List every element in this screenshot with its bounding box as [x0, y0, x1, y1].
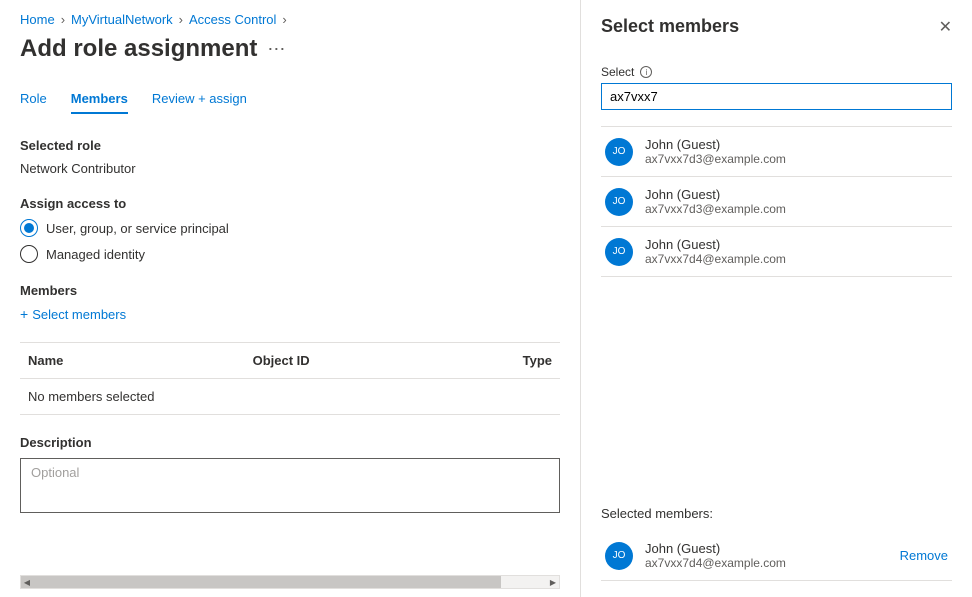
selected-role-label: Selected role	[20, 138, 560, 153]
tab-review-assign[interactable]: Review + assign	[152, 91, 247, 114]
avatar: JO	[605, 238, 633, 266]
result-item[interactable]: JO John (Guest) ax7vxx7d4@example.com	[601, 227, 952, 277]
radio-icon	[20, 219, 38, 237]
more-menu-icon[interactable]: ⋯	[267, 39, 286, 60]
results-list: JO John (Guest) ax7vxx7d3@example.com JO…	[601, 126, 952, 277]
breadcrumb-access-control[interactable]: Access Control	[189, 12, 276, 27]
description-label: Description	[20, 435, 560, 450]
avatar: JO	[605, 542, 633, 570]
radio-label: User, group, or service principal	[46, 221, 229, 236]
close-icon[interactable]: ✕	[939, 17, 952, 37]
result-name: John (Guest)	[645, 187, 948, 202]
result-email: ax7vxx7d4@example.com	[645, 252, 948, 266]
plus-icon: +	[20, 306, 28, 322]
selected-role-value: Network Contributor	[20, 161, 560, 176]
assign-access-label: Assign access to	[20, 196, 560, 211]
scroll-right-icon[interactable]: ▶	[546, 575, 560, 589]
result-item[interactable]: JO John (Guest) ax7vxx7d3@example.com	[601, 177, 952, 227]
search-input[interactable]	[601, 83, 952, 110]
select-members-link[interactable]: + Select members	[20, 306, 126, 322]
breadcrumb-vnet[interactable]: MyVirtualNetwork	[71, 12, 173, 27]
breadcrumb-home[interactable]: Home	[20, 12, 55, 27]
radio-user-group-sp[interactable]: User, group, or service principal	[20, 219, 560, 237]
col-name: Name	[28, 353, 253, 368]
radio-label: Managed identity	[46, 247, 145, 262]
tab-role[interactable]: Role	[20, 91, 47, 114]
avatar: JO	[605, 138, 633, 166]
col-object-id: Object ID	[253, 353, 478, 368]
result-name: John (Guest)	[645, 237, 948, 252]
result-email: ax7vxx7d4@example.com	[645, 556, 888, 570]
scroll-thumb[interactable]	[21, 576, 501, 588]
tab-members[interactable]: Members	[71, 91, 128, 114]
selected-members-label: Selected members:	[601, 506, 952, 521]
col-type: Type	[477, 353, 552, 368]
select-members-panel: Select members ✕ Select i JO John (Guest…	[580, 0, 972, 597]
members-label: Members	[20, 283, 560, 298]
table-row-empty: No members selected	[20, 379, 560, 415]
breadcrumb: Home › MyVirtualNetwork › Access Control…	[20, 12, 560, 27]
select-label: Select	[601, 65, 634, 79]
horizontal-scrollbar[interactable]: ◀ ▶	[20, 575, 560, 589]
selected-item: JO John (Guest) ax7vxx7d4@example.com Re…	[601, 531, 952, 581]
chevron-right-icon: ›	[61, 12, 65, 27]
avatar: JO	[605, 188, 633, 216]
members-table: Name Object ID Type No members selected	[20, 342, 560, 415]
panel-title: Select members	[601, 16, 739, 37]
chevron-right-icon: ›	[179, 12, 183, 27]
result-name: John (Guest)	[645, 137, 948, 152]
result-name: John (Guest)	[645, 541, 888, 556]
info-icon[interactable]: i	[640, 66, 652, 78]
page-title: Add role assignment	[20, 35, 257, 63]
tabs: Role Members Review + assign	[20, 91, 560, 114]
radio-icon	[20, 245, 38, 263]
radio-managed-identity[interactable]: Managed identity	[20, 245, 560, 263]
result-email: ax7vxx7d3@example.com	[645, 202, 948, 216]
remove-link[interactable]: Remove	[900, 548, 948, 563]
chevron-right-icon: ›	[282, 12, 286, 27]
empty-msg: No members selected	[28, 389, 154, 404]
description-input[interactable]: Optional	[20, 458, 560, 513]
result-email: ax7vxx7d3@example.com	[645, 152, 948, 166]
result-item[interactable]: JO John (Guest) ax7vxx7d3@example.com	[601, 127, 952, 177]
select-members-label: Select members	[32, 307, 126, 322]
scroll-left-icon[interactable]: ◀	[20, 575, 34, 589]
